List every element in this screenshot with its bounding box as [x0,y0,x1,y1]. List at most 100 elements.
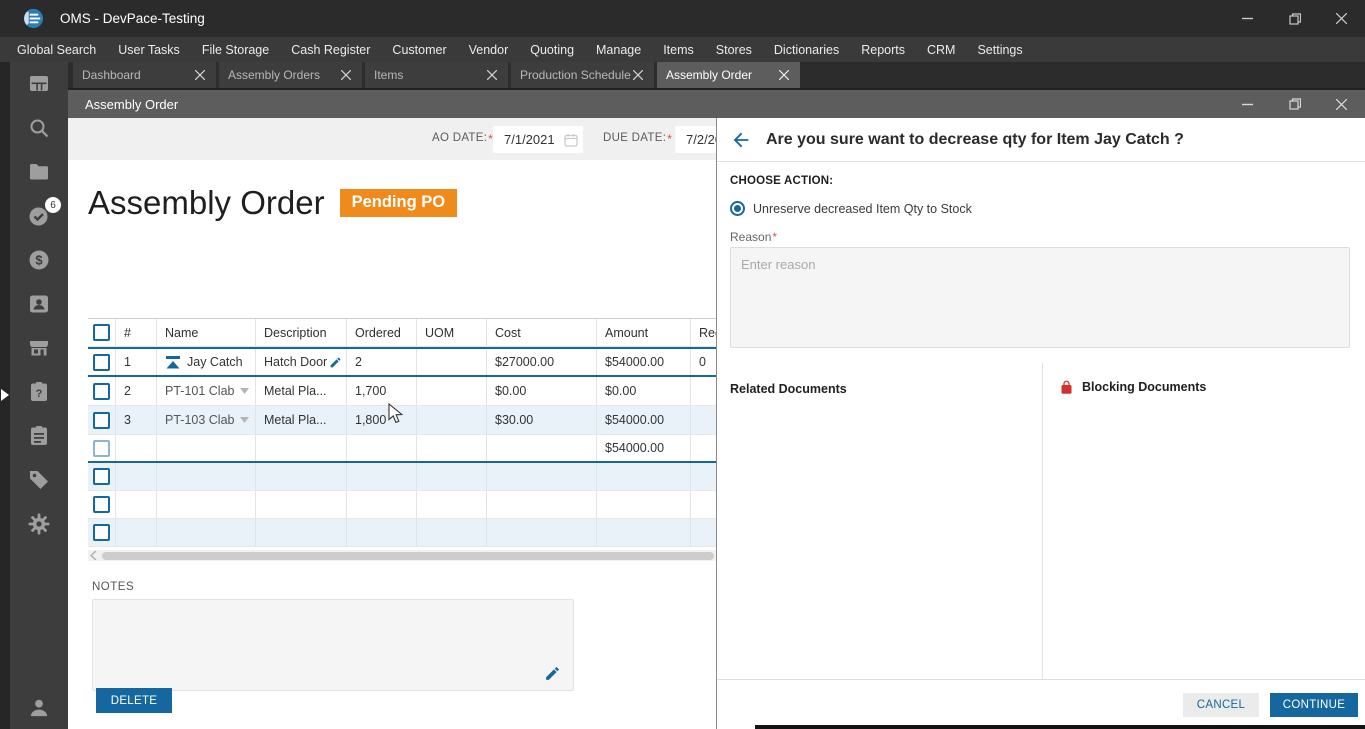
tab-close-button[interactable] [485,68,499,82]
tab-close-button[interactable] [777,68,791,82]
cell-name[interactable]: Jay Catch [157,349,256,375]
minimize-button[interactable] [1224,90,1271,118]
sidebar-item-settings[interactable] [27,512,51,536]
menu-quoting[interactable]: Quoting [519,37,585,62]
sidebar-item-files[interactable] [27,160,51,184]
chevron-down-icon[interactable] [240,417,249,423]
radio-selected-icon[interactable] [730,201,745,216]
tab-assembly-order[interactable]: Assembly Order [657,62,800,88]
header-description[interactable]: Description [256,319,347,346]
restore-button[interactable] [1271,90,1318,118]
cell-description[interactable]: Hatch Door [256,349,347,375]
cell-name[interactable]: PT-101 Clab [157,377,256,405]
sidebar-item-tags[interactable] [27,468,51,492]
row-checkbox[interactable] [93,353,110,371]
row-checkbox[interactable] [93,468,110,485]
table-row[interactable]: 1 Jay Catch Hatch Door 2 $27000.00 $5400… [88,347,716,377]
close-button[interactable] [1318,90,1365,118]
tab-items[interactable]: Items [365,62,508,88]
header-amount[interactable]: Amount [597,319,691,346]
tab-assembly-orders[interactable]: Assembly Orders [219,62,362,88]
contact-card-icon [30,295,48,313]
grid-horizontal-scrollbar[interactable] [88,550,716,561]
restore-button[interactable] [1271,0,1318,37]
notes-textarea[interactable] [93,600,573,690]
total-amount: $54000.00 [597,435,691,461]
cell-num: 1 [116,349,157,375]
cell-uom[interactable] [417,349,487,375]
row-checkbox[interactable] [93,382,110,400]
back-arrow-icon[interactable] [730,129,752,151]
cell-cost[interactable]: $30.00 [487,406,597,434]
cell-ordered[interactable]: 2 [347,349,417,375]
menu-user-tasks[interactable]: User Tasks [107,37,191,62]
delete-button[interactable]: DELETE [96,688,172,713]
cell-cost[interactable]: $0.00 [487,377,597,405]
continue-button[interactable]: CONTINUE [1270,692,1358,717]
menu-cash-register[interactable]: Cash Register [280,37,381,62]
table-row[interactable]: 3 PT-103 Clab Metal Pla... 1,800 $30.00 … [88,406,716,435]
reason-textarea[interactable] [731,248,1349,347]
cell-ordered[interactable]: 1,700 [347,377,417,405]
scroll-left-arrow-icon[interactable] [90,551,98,560]
close-button[interactable] [1318,0,1365,37]
tab-production-schedule[interactable]: Production Schedule [511,62,654,88]
sidebar-item-stores[interactable] [27,336,51,360]
header-uom[interactable]: UOM [417,319,487,346]
menu-stores[interactable]: Stores [705,37,763,62]
table-empty-row[interactable] [88,519,716,547]
menu-items[interactable]: Items [652,37,705,62]
menu-customer[interactable]: Customer [381,37,457,62]
row-checkbox[interactable] [93,524,110,541]
sidebar-item-search[interactable] [27,116,51,140]
table-empty-row[interactable] [88,463,716,491]
cell-name[interactable]: PT-103 Clab [157,406,256,434]
menu-vendor[interactable]: Vendor [458,37,520,62]
header-name[interactable]: Name [157,319,256,346]
sidebar-item-finance[interactable]: $ [27,248,51,272]
edit-pencil-icon[interactable] [329,356,342,369]
row-checkbox[interactable] [93,411,110,429]
sidebar-item-orders[interactable] [27,424,51,448]
edit-pencil-icon[interactable] [544,665,561,682]
scrollbar-thumb[interactable] [102,551,714,560]
store-icon [30,341,48,356]
table-empty-row[interactable] [88,491,716,519]
sidebar-item-dashboard[interactable] [27,72,51,96]
cancel-button[interactable]: CANCEL [1183,692,1259,717]
menu-reports[interactable]: Reports [850,37,916,62]
menu-global-search[interactable]: Global Search [6,37,107,62]
cell-ordered[interactable]: 1,800 [347,406,417,434]
table-row[interactable]: 2 PT-101 Clab Metal Pla... 1,700 $0.00 $… [88,377,716,406]
row-checkbox[interactable] [93,439,110,457]
select-all-checkbox[interactable] [93,324,110,341]
cell-description[interactable]: Metal Pla... [256,377,347,405]
header-cost[interactable]: Cost [487,319,597,346]
row-checkbox[interactable] [93,496,110,513]
cell-description[interactable]: Metal Pla... [256,406,347,434]
sidebar-expand-arrow-icon[interactable] [1,389,9,401]
tab-dashboard[interactable]: Dashboard [73,62,216,88]
tab-close-button[interactable] [193,68,207,82]
header-num[interactable]: # [116,319,157,346]
minimize-button[interactable] [1224,0,1271,37]
header-received[interactable]: Rec [691,319,716,346]
cell-cost[interactable]: $27000.00 [487,349,597,375]
cell-uom[interactable] [417,406,487,434]
menu-settings[interactable]: Settings [966,37,1033,62]
menu-file-storage[interactable]: File Storage [191,37,280,62]
sidebar-item-tasks[interactable]: 6 [27,197,61,228]
calendar-icon[interactable] [564,133,578,147]
sidebar-item-inquiries[interactable]: ? [27,380,51,404]
cell-uom[interactable] [417,377,487,405]
action-radio-option[interactable]: Unreserve decreased Item Qty to Stock [730,201,972,216]
tab-close-button[interactable] [339,68,353,82]
tab-close-button[interactable] [631,68,645,82]
chevron-down-icon[interactable] [240,388,249,394]
sidebar-item-user[interactable] [10,695,68,721]
menu-manage[interactable]: Manage [585,37,652,62]
sidebar-item-contacts[interactable] [27,292,51,316]
menu-crm[interactable]: CRM [916,37,966,62]
header-ordered[interactable]: Ordered [347,319,417,346]
menu-dictionaries[interactable]: Dictionaries [763,37,850,62]
